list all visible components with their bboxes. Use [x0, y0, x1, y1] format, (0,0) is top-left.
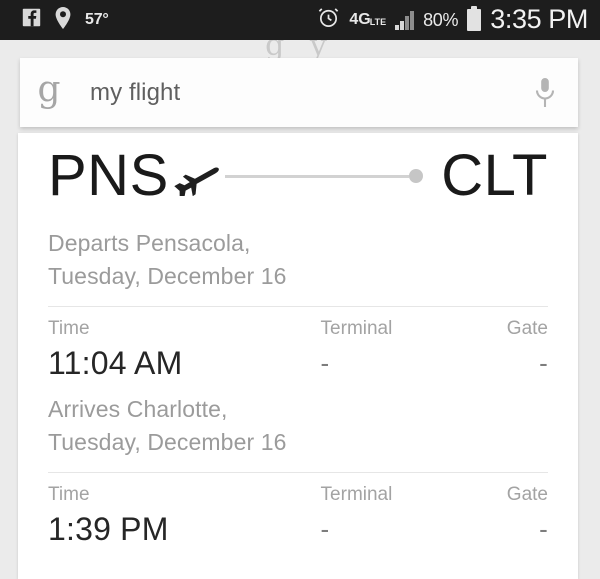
- column-header-terminal: Terminal: [320, 484, 393, 505]
- status-clock: 3:35 PM: [490, 3, 588, 34]
- search-bar[interactable]: g my flight: [20, 58, 578, 127]
- battery-percent-label: 80%: [423, 9, 459, 30]
- network-type-indicator: 4G LTE: [349, 11, 387, 28]
- departure-terminal-value: -: [320, 348, 330, 378]
- departure-city-label: Departs Pensacola,: [48, 230, 251, 256]
- status-temperature: 57°: [85, 11, 109, 28]
- column-header-terminal: Terminal: [320, 318, 393, 339]
- column-header-gate: Gate: [506, 318, 548, 339]
- status-bar-left-group: 57°: [22, 6, 109, 34]
- search-input[interactable]: my flight: [78, 79, 512, 107]
- origin-airport-code: PNS: [48, 143, 169, 208]
- departure-terminal-column: Terminal -: [321, 317, 470, 385]
- route-header: PNS CLT: [18, 133, 578, 219]
- departure-leg: Departs Pensacola, Tuesday, December 16 …: [18, 219, 578, 385]
- route-endpoint-dot: [409, 169, 424, 183]
- arrival-time-value: 1:39 PM: [48, 511, 169, 547]
- arrival-details-row: Time 1:39 PM Terminal - Gate -: [48, 473, 548, 551]
- departure-time-value: 11:04 AM: [48, 345, 183, 381]
- departure-time-column: Time 11:04 AM: [48, 317, 321, 385]
- departure-gate-column: Gate -: [470, 317, 548, 385]
- arrival-city-label: Arrives Charlotte,: [48, 396, 228, 422]
- arrival-time-column: Time 1:39 PM: [48, 483, 321, 551]
- microphone-icon[interactable]: [512, 76, 578, 110]
- column-header-time: Time: [48, 484, 90, 505]
- arrival-leg: Arrives Charlotte, Tuesday, December 16 …: [18, 385, 578, 551]
- arrival-terminal-value: -: [320, 514, 330, 544]
- battery-icon: [467, 6, 482, 31]
- destination-airport-code: CLT: [441, 143, 548, 208]
- route-line: [224, 174, 410, 178]
- signal-bars-icon: [395, 10, 415, 30]
- arrival-date-label: Tuesday, December 16: [48, 429, 287, 455]
- location-pin-icon: [55, 6, 71, 34]
- arrival-gate-column: Gate -: [470, 483, 548, 551]
- arrival-terminal-column: Terminal -: [321, 483, 470, 551]
- google-g-logo: g: [37, 68, 61, 110]
- airplane-icon: [171, 156, 227, 196]
- departure-gate-value: -: [539, 348, 548, 378]
- flight-result-card[interactable]: PNS CLT Departs Pensacola, Tuesday, Dece…: [18, 133, 578, 579]
- arrival-gate-value: -: [539, 514, 548, 544]
- android-status-bar[interactable]: 57° 4G LTE 80% 3:35 PM: [0, 0, 600, 40]
- column-header-time: Time: [48, 318, 90, 339]
- column-header-gate: Gate: [506, 484, 548, 505]
- status-bar-right-group: 4G LTE 80% 3:35 PM: [317, 3, 588, 35]
- departure-details-row: Time 11:04 AM Terminal - Gate -: [48, 307, 548, 385]
- departure-date-label: Tuesday, December 16: [48, 263, 287, 289]
- alarm-clock-icon: [317, 6, 340, 34]
- facebook-icon: [22, 8, 41, 32]
